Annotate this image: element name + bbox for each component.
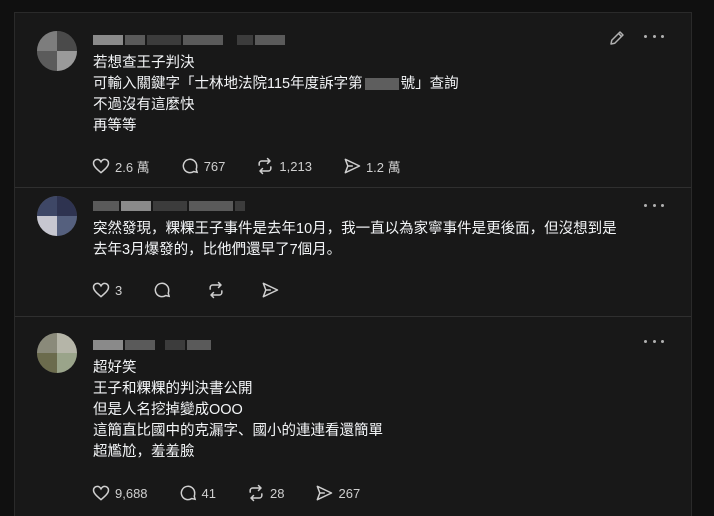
post-actions: 2.6 萬 767 1,213 1.2 萬 [91,156,431,176]
more-options-icon[interactable] [644,204,664,210]
thread-feed: 若想查王子判決 可輸入關鍵字「士林地法院115年度訴字第 號」查詢 不過沒有這麼快… [14,12,692,516]
avatar[interactable] [37,31,77,71]
reply-button[interactable]: 41 [178,483,216,503]
post-line: 去年3月爆發的，比他們還早了7個月。 [93,242,342,258]
pencil-icon[interactable] [608,29,626,47]
avatar[interactable] [37,196,77,236]
redacted-number [364,78,399,91]
send-icon [317,485,333,501]
username-blurred[interactable] [93,199,245,213]
like-button[interactable]: 2.6 萬 [91,156,150,176]
reply-button[interactable] [152,280,176,300]
repost-button[interactable] [206,280,230,300]
username-blurred[interactable] [93,338,211,352]
send-icon [344,158,361,174]
like-count: 3 [115,282,123,298]
speech-bubble-icon [154,282,171,298]
avatar[interactable] [37,333,77,373]
repost-button[interactable]: 1,213 [255,156,312,176]
post-line: 可輸入關鍵字「士林地法院115年度訴字第 號」查詢 [93,76,459,92]
like-count: 2.6 萬 [115,159,150,175]
post-line: 再等等 [93,118,137,134]
post-divider [15,316,691,317]
more-options-icon[interactable] [644,35,664,41]
more-options-icon[interactable] [644,340,664,346]
reply-button[interactable]: 767 [180,156,226,176]
post-line: 但是人名挖掉變成OOO [93,402,243,418]
repost-arrows-icon [249,484,263,502]
username-blurred[interactable] [93,33,285,47]
repost-count: 28 [270,485,285,501]
post-text: 若想查王子判決 可輸入關鍵字「士林地法院115年度訴字第 號」查詢 不過沒有這麼快… [93,53,459,137]
post-line: 這簡直比國中的克漏字、國小的連連看還簡單 [93,423,383,439]
repost-arrows-icon [258,157,272,175]
speech-bubble-icon [182,158,198,174]
like-button[interactable]: 3 [91,280,122,300]
post-actions: 3 [91,280,314,300]
share-button[interactable] [260,280,284,300]
send-icon [262,282,279,298]
like-button[interactable]: 9,688 [91,483,148,503]
repost-count: 1,213 [279,158,312,174]
repost-arrows-icon [209,281,223,299]
heart-icon [92,158,110,174]
share-button[interactable]: 267 [314,483,360,503]
post-line: 突然發現，粿粿王子事件是去年10月，我一直以為家寧事件是更後面，但沒想到是 [93,221,617,237]
heart-icon [92,282,110,298]
share-count: 267 [338,485,361,501]
repost-button[interactable]: 28 [246,483,284,503]
share-button[interactable]: 1.2 萬 [342,156,401,176]
speech-bubble-icon [180,485,196,501]
post-text: 超好笑 王子和粿粿的判決書公開 但是人名挖掉變成OOO 這簡直比國中的克漏字、國… [93,358,383,463]
post-divider [15,187,691,188]
post-line: 超尷尬，羞羞臉 [93,444,195,460]
share-count: 1.2 萬 [365,159,401,175]
post-line: 若想查王子判決 [93,55,195,71]
reply-count: 41 [201,485,217,501]
post-text: 突然發現，粿粿王子事件是去年10月，我一直以為家寧事件是更後面，但沒想到是 去年… [93,219,617,261]
post-actions: 9,688 41 28 267 [91,483,390,503]
like-count: 9,688 [115,485,148,501]
reply-count: 767 [203,158,226,174]
post-line: 超好笑 [93,360,137,376]
post-line: 王子和粿粿的判決書公開 [93,381,253,397]
heart-icon [92,485,110,501]
post-line: 不過沒有這麼快 [93,97,195,113]
